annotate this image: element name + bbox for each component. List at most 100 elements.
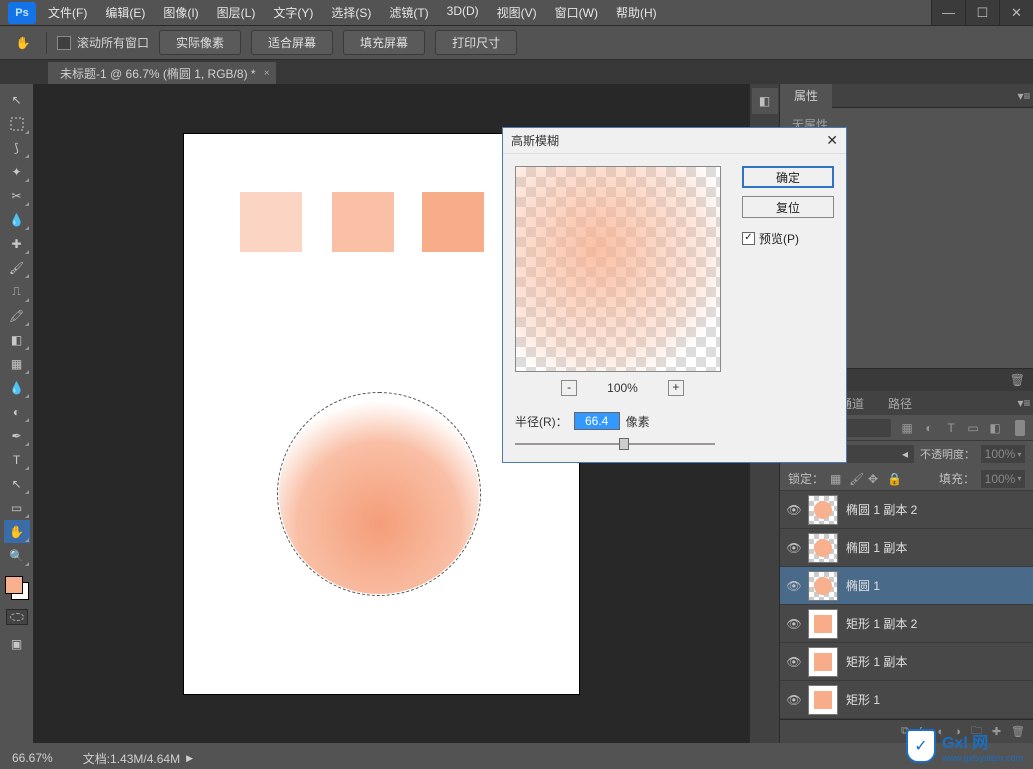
layer-visibility-icon[interactable]: 👁 xyxy=(780,503,808,517)
menu-type[interactable]: 文字(Y) xyxy=(265,0,321,25)
hand-tool[interactable]: ✋ xyxy=(4,520,30,543)
properties-tab[interactable]: 属性 xyxy=(780,84,832,108)
layer-row[interactable]: 👁 矩形 1 副本 2 xyxy=(780,605,1033,643)
layer-name-label[interactable]: 椭圆 1 副本 xyxy=(846,539,1033,556)
ok-button[interactable]: 确定 xyxy=(742,166,834,188)
eraser-tool[interactable]: ◧ xyxy=(4,328,30,351)
quick-mask-toggle[interactable] xyxy=(6,609,28,625)
print-size-button[interactable]: 打印尺寸 xyxy=(435,30,517,55)
dialog-titlebar[interactable]: 高斯模糊 ✕ xyxy=(503,128,846,154)
layer-visibility-icon[interactable]: 👁 xyxy=(780,693,808,707)
layer-visibility-icon[interactable]: 👁 xyxy=(780,617,808,631)
zoom-out-button[interactable]: - xyxy=(561,380,577,396)
stamp-tool[interactable]: ⎍ xyxy=(4,280,30,303)
menu-image[interactable]: 图像(I) xyxy=(155,0,206,25)
fit-screen-button[interactable]: 适合屏幕 xyxy=(251,30,333,55)
close-button[interactable]: ✕ xyxy=(999,0,1033,25)
layer-thumbnail[interactable] xyxy=(808,609,838,639)
filter-smart-icon[interactable]: ◧ xyxy=(987,421,1003,435)
rectangle-tool[interactable]: ▭ xyxy=(4,496,30,519)
tab-paths[interactable]: 路径 xyxy=(876,391,924,416)
lock-pixels-icon[interactable]: 🖌 xyxy=(849,472,863,486)
menu-filter[interactable]: 滤镜(T) xyxy=(381,0,436,25)
menu-help[interactable]: 帮助(H) xyxy=(608,0,665,25)
layer-row[interactable]: 👁 矩形 1 副本 xyxy=(780,643,1033,681)
fill-input[interactable]: 100%▾ xyxy=(981,470,1025,488)
type-tool[interactable]: T xyxy=(4,448,30,471)
layer-name-label[interactable]: 矩形 1 xyxy=(846,691,1033,708)
minimize-button[interactable]: — xyxy=(931,0,965,25)
menu-select[interactable]: 选择(S) xyxy=(323,0,379,25)
layer-thumbnail[interactable] xyxy=(808,495,838,525)
layer-thumbnail[interactable] xyxy=(808,571,838,601)
menu-view[interactable]: 视图(V) xyxy=(489,0,545,25)
opacity-input[interactable]: 100%▾ xyxy=(981,445,1025,463)
filter-type-icon[interactable]: T xyxy=(943,421,959,435)
filter-shape-icon[interactable]: ▭ xyxy=(965,421,981,435)
zoom-status[interactable]: 66.67% xyxy=(12,751,53,765)
layer-row[interactable]: 👁 椭圆 1 副本 2 xyxy=(780,491,1033,529)
path-select-tool[interactable]: ↖ xyxy=(4,472,30,495)
filter-adjust-icon[interactable]: ◐ xyxy=(921,421,937,435)
menu-layer[interactable]: 图层(L) xyxy=(209,0,264,25)
layer-name-label[interactable]: 矩形 1 副本 xyxy=(846,653,1033,670)
document-info[interactable]: 文档:1.43M/4.64M ▶ xyxy=(83,750,193,767)
marquee-tool[interactable] xyxy=(4,112,30,135)
move-tool[interactable]: ↖ xyxy=(4,88,30,111)
lock-all-icon[interactable]: 🔒 xyxy=(887,472,901,486)
trash-icon[interactable]: 🗑 xyxy=(1010,373,1025,387)
menu-window[interactable]: 窗口(W) xyxy=(547,0,606,25)
status-arrow-icon[interactable]: ▶ xyxy=(186,753,193,764)
layer-thumbnail[interactable] xyxy=(808,533,838,563)
layer-thumbnail[interactable] xyxy=(808,647,838,677)
layer-name-label[interactable]: 椭圆 1 副本 2 xyxy=(846,501,1033,518)
layer-row[interactable]: 👁 椭圆 1 副本 xyxy=(780,529,1033,567)
radius-input[interactable]: 66.4 xyxy=(574,412,620,430)
layers-panel-menu-icon[interactable]: ▾≡ xyxy=(1015,396,1033,410)
healing-brush-tool[interactable]: ✚ xyxy=(4,232,30,255)
lasso-tool[interactable]: ⟆ xyxy=(4,136,30,159)
dialog-close-button[interactable]: ✕ xyxy=(826,132,838,149)
dodge-tool[interactable]: ◐ xyxy=(4,400,30,423)
history-brush-tool[interactable]: 🖍 xyxy=(4,304,30,327)
layer-row[interactable]: 👁 矩形 1 xyxy=(780,681,1033,719)
menu-3d[interactable]: 3D(D) xyxy=(439,0,487,25)
blur-preview[interactable] xyxy=(515,166,721,372)
radius-slider[interactable] xyxy=(515,438,715,450)
wand-tool[interactable]: ✦ xyxy=(4,160,30,183)
brush-tool[interactable]: 🖌 xyxy=(4,256,30,279)
menu-file[interactable]: 文件(F) xyxy=(40,0,95,25)
document-tab[interactable]: 未标题-1 @ 66.7% (椭圆 1, RGB/8) * × xyxy=(48,62,276,84)
layer-name-label[interactable]: 矩形 1 副本 2 xyxy=(846,615,1033,632)
reset-button[interactable]: 复位 xyxy=(742,196,834,218)
pen-tool[interactable]: ✒ xyxy=(4,424,30,447)
panel-menu-icon[interactable]: ▾≡ xyxy=(1015,89,1033,103)
eyedropper-tool[interactable]: 💧 xyxy=(4,208,30,231)
preview-checkbox[interactable]: ✓ 预览(P) xyxy=(742,230,834,247)
panel-icon-history[interactable]: ◧ xyxy=(752,88,778,114)
foreground-color-swatch[interactable] xyxy=(5,576,23,594)
zoom-tool[interactable]: 🔍 xyxy=(4,544,30,567)
filter-toggle-switch[interactable] xyxy=(1015,420,1025,436)
layer-row[interactable]: 👁 椭圆 1 xyxy=(780,567,1033,605)
hand-tool-indicator-icon[interactable]: ✋ xyxy=(10,32,36,54)
layer-visibility-icon[interactable]: 👁 xyxy=(780,579,808,593)
crop-tool[interactable]: ✂ xyxy=(4,184,30,207)
layer-visibility-icon[interactable]: 👁 xyxy=(780,541,808,555)
gradient-tool[interactable]: ▦ xyxy=(4,352,30,375)
layer-name-label[interactable]: 椭圆 1 xyxy=(846,577,1033,594)
blur-tool[interactable]: 💧 xyxy=(4,376,30,399)
fill-screen-button[interactable]: 填充屏幕 xyxy=(343,30,425,55)
lock-transparency-icon[interactable]: ▦ xyxy=(830,472,844,486)
zoom-in-button[interactable]: + xyxy=(668,380,684,396)
layer-thumbnail[interactable] xyxy=(808,685,838,715)
actual-pixels-button[interactable]: 实际像素 xyxy=(159,30,241,55)
lock-position-icon[interactable]: ✥ xyxy=(868,472,882,486)
filter-pixel-icon[interactable]: ▦ xyxy=(899,421,915,435)
screen-mode-button[interactable]: ▣ xyxy=(4,632,30,655)
layer-visibility-icon[interactable]: 👁 xyxy=(780,655,808,669)
slider-thumb[interactable] xyxy=(619,438,629,450)
maximize-button[interactable]: ☐ xyxy=(965,0,999,25)
foreground-background-swatch[interactable] xyxy=(3,574,31,602)
scroll-all-windows-checkbox[interactable]: 滚动所有窗口 xyxy=(57,34,149,51)
